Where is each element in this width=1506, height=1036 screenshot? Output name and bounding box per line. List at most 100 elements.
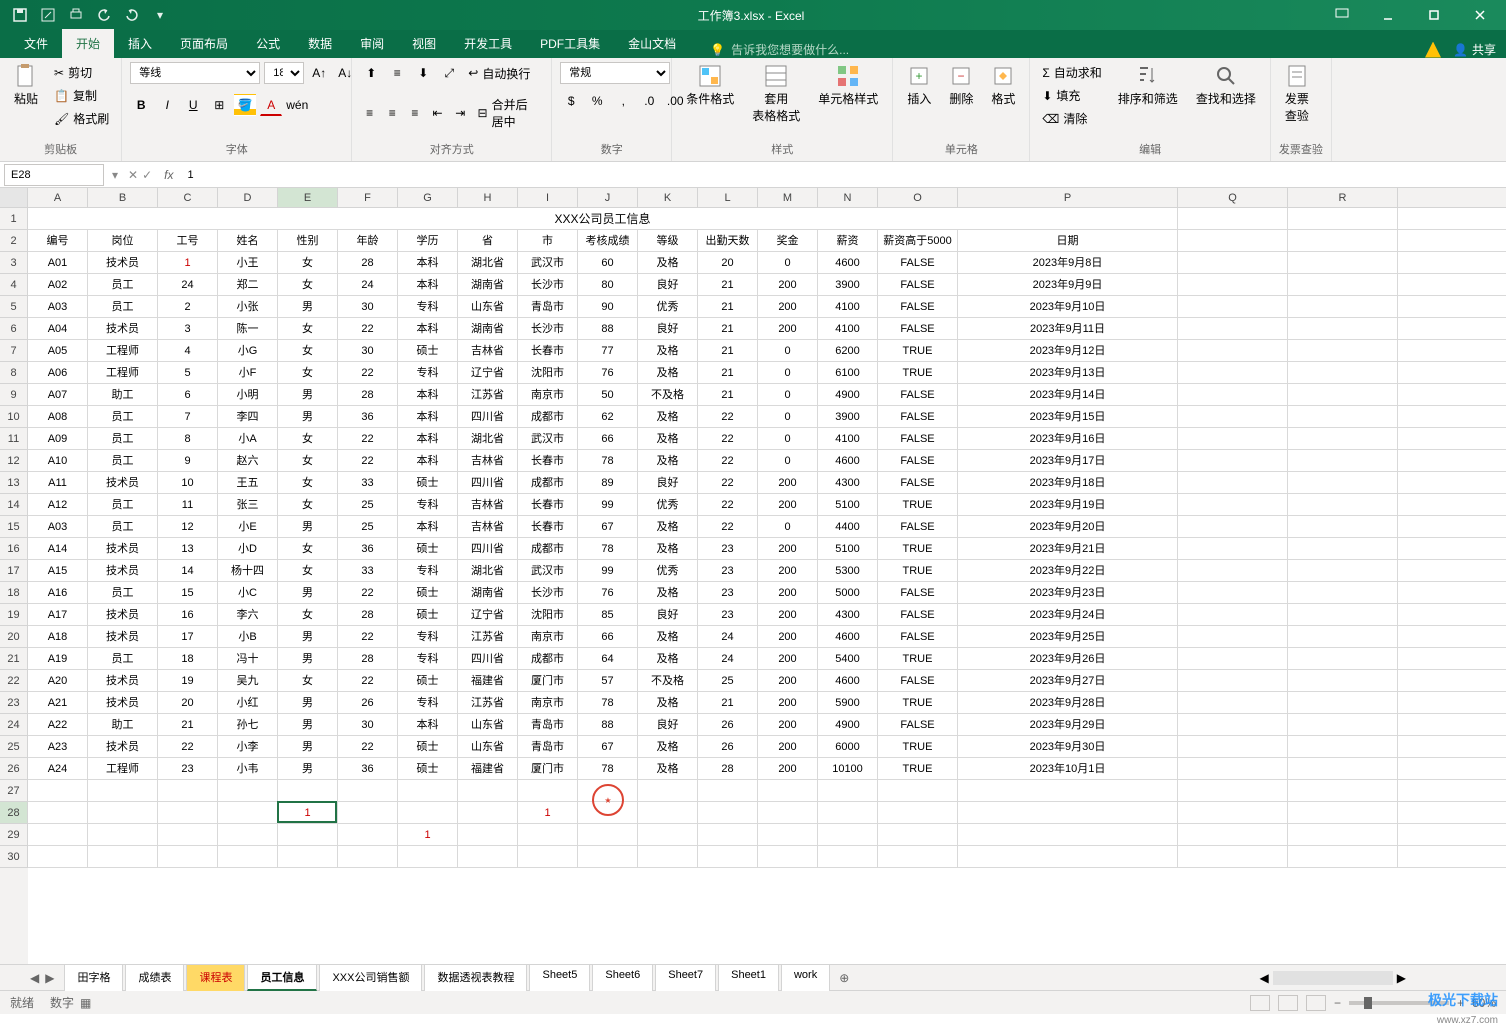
find-select-button[interactable]: 查找和选择: [1190, 62, 1262, 109]
data-cell[interactable]: 专科: [398, 648, 458, 670]
data-cell[interactable]: 女: [278, 362, 338, 384]
data-cell[interactable]: 2023年9月13日: [958, 362, 1178, 384]
data-cell[interactable]: [818, 780, 878, 802]
data-cell[interactable]: 员工: [88, 648, 158, 670]
data-cell[interactable]: [638, 824, 698, 846]
data-cell[interactable]: 张三: [218, 494, 278, 516]
data-cell[interactable]: A03: [28, 296, 88, 318]
data-cell[interactable]: 成都市: [518, 406, 578, 428]
data-cell[interactable]: [458, 780, 518, 802]
fx-icon[interactable]: fx: [158, 168, 179, 182]
data-cell[interactable]: [88, 824, 158, 846]
data-cell[interactable]: 女: [278, 318, 338, 340]
row-header-14[interactable]: 14: [0, 494, 28, 516]
data-cell[interactable]: 2023年9月21日: [958, 538, 1178, 560]
data-cell[interactable]: [158, 802, 218, 824]
data-cell[interactable]: 200: [758, 318, 818, 340]
data-cell[interactable]: 90: [578, 296, 638, 318]
data-cell[interactable]: 4: [158, 340, 218, 362]
data-cell[interactable]: 4100: [818, 296, 878, 318]
data-cell[interactable]: 小B: [218, 626, 278, 648]
data-cell[interactable]: 28: [338, 648, 398, 670]
data-cell[interactable]: 22: [338, 318, 398, 340]
align-bottom-icon[interactable]: ⬇: [412, 62, 434, 84]
decrease-indent-icon[interactable]: ⇤: [428, 102, 447, 124]
data-cell[interactable]: 良好: [638, 714, 698, 736]
save-as-icon[interactable]: [38, 5, 58, 25]
data-cell[interactable]: 2023年9月29日: [958, 714, 1178, 736]
data-cell[interactable]: A09: [28, 428, 88, 450]
data-cell[interactable]: 2023年9月18日: [958, 472, 1178, 494]
data-cell[interactable]: 硕士: [398, 670, 458, 692]
data-cell[interactable]: 8: [158, 428, 218, 450]
data-cell[interactable]: 小F: [218, 362, 278, 384]
sheet-tab[interactable]: 课程表: [186, 964, 245, 991]
data-cell[interactable]: 22: [338, 626, 398, 648]
data-cell[interactable]: [818, 824, 878, 846]
data-cell[interactable]: 小王: [218, 252, 278, 274]
data-cell[interactable]: 4600: [818, 450, 878, 472]
data-cell[interactable]: 14: [158, 560, 218, 582]
data-cell[interactable]: 76: [578, 582, 638, 604]
data-cell[interactable]: 南京市: [518, 692, 578, 714]
data-cell[interactable]: 200: [758, 714, 818, 736]
data-cell[interactable]: [158, 780, 218, 802]
font-size-select[interactable]: 18: [264, 62, 304, 84]
data-cell[interactable]: 21: [698, 296, 758, 318]
data-cell[interactable]: 青岛市: [518, 714, 578, 736]
data-cell[interactable]: 22: [158, 736, 218, 758]
accept-formula-icon[interactable]: ✓: [142, 168, 152, 182]
data-cell[interactable]: 21: [698, 362, 758, 384]
data-cell[interactable]: 四川省: [458, 472, 518, 494]
data-cell[interactable]: 男: [278, 384, 338, 406]
data-cell[interactable]: 25: [338, 516, 398, 538]
data-cell[interactable]: 男: [278, 692, 338, 714]
percent-icon[interactable]: %: [586, 90, 608, 112]
data-cell[interactable]: A15: [28, 560, 88, 582]
data-cell[interactable]: 本科: [398, 406, 458, 428]
data-cell[interactable]: 2023年10月1日: [958, 758, 1178, 780]
data-cell[interactable]: A24: [28, 758, 88, 780]
data-cell[interactable]: 2023年9月26日: [958, 648, 1178, 670]
data-cell[interactable]: [28, 780, 88, 802]
data-cell[interactable]: 及格: [638, 758, 698, 780]
data-cell[interactable]: 4300: [818, 604, 878, 626]
data-cell[interactable]: TRUE: [878, 538, 958, 560]
tab-data[interactable]: 数据: [294, 29, 346, 58]
data-cell[interactable]: 及格: [638, 538, 698, 560]
data-cell[interactable]: 湖南省: [458, 582, 518, 604]
data-cell[interactable]: FALSE: [878, 472, 958, 494]
data-cell[interactable]: FALSE: [878, 626, 958, 648]
data-cell[interactable]: 山东省: [458, 736, 518, 758]
data-cell[interactable]: 及格: [638, 582, 698, 604]
col-header-I[interactable]: I: [518, 188, 578, 207]
data-cell[interactable]: 2023年9月10日: [958, 296, 1178, 318]
row-header-18[interactable]: 18: [0, 582, 28, 604]
data-cell[interactable]: 本科: [398, 516, 458, 538]
data-cell[interactable]: 3900: [818, 406, 878, 428]
sheet-tab[interactable]: 员工信息: [247, 964, 317, 991]
data-cell[interactable]: 0: [758, 406, 818, 428]
align-top-icon[interactable]: ⬆: [360, 62, 382, 84]
data-cell[interactable]: 及格: [638, 428, 698, 450]
data-cell[interactable]: 88: [578, 318, 638, 340]
data-cell[interactable]: [338, 802, 398, 824]
font-name-select[interactable]: 等线: [130, 62, 260, 84]
data-cell[interactable]: 及格: [638, 516, 698, 538]
data-cell[interactable]: 南京市: [518, 384, 578, 406]
data-cell[interactable]: 硕士: [398, 582, 458, 604]
data-cell[interactable]: 23: [698, 604, 758, 626]
data-cell[interactable]: TRUE: [878, 648, 958, 670]
data-cell[interactable]: 2023年9月20日: [958, 516, 1178, 538]
data-cell[interactable]: 女: [278, 340, 338, 362]
page-layout-view-icon[interactable]: [1278, 995, 1298, 1011]
data-cell[interactable]: 本科: [398, 714, 458, 736]
data-cell[interactable]: [958, 780, 1178, 802]
data-cell[interactable]: [758, 802, 818, 824]
data-cell[interactable]: [878, 780, 958, 802]
data-cell[interactable]: 6200: [818, 340, 878, 362]
data-cell[interactable]: 武汉市: [518, 252, 578, 274]
data-cell[interactable]: 33: [338, 560, 398, 582]
data-cell[interactable]: [278, 846, 338, 868]
tab-developer[interactable]: 开发工具: [450, 29, 526, 58]
